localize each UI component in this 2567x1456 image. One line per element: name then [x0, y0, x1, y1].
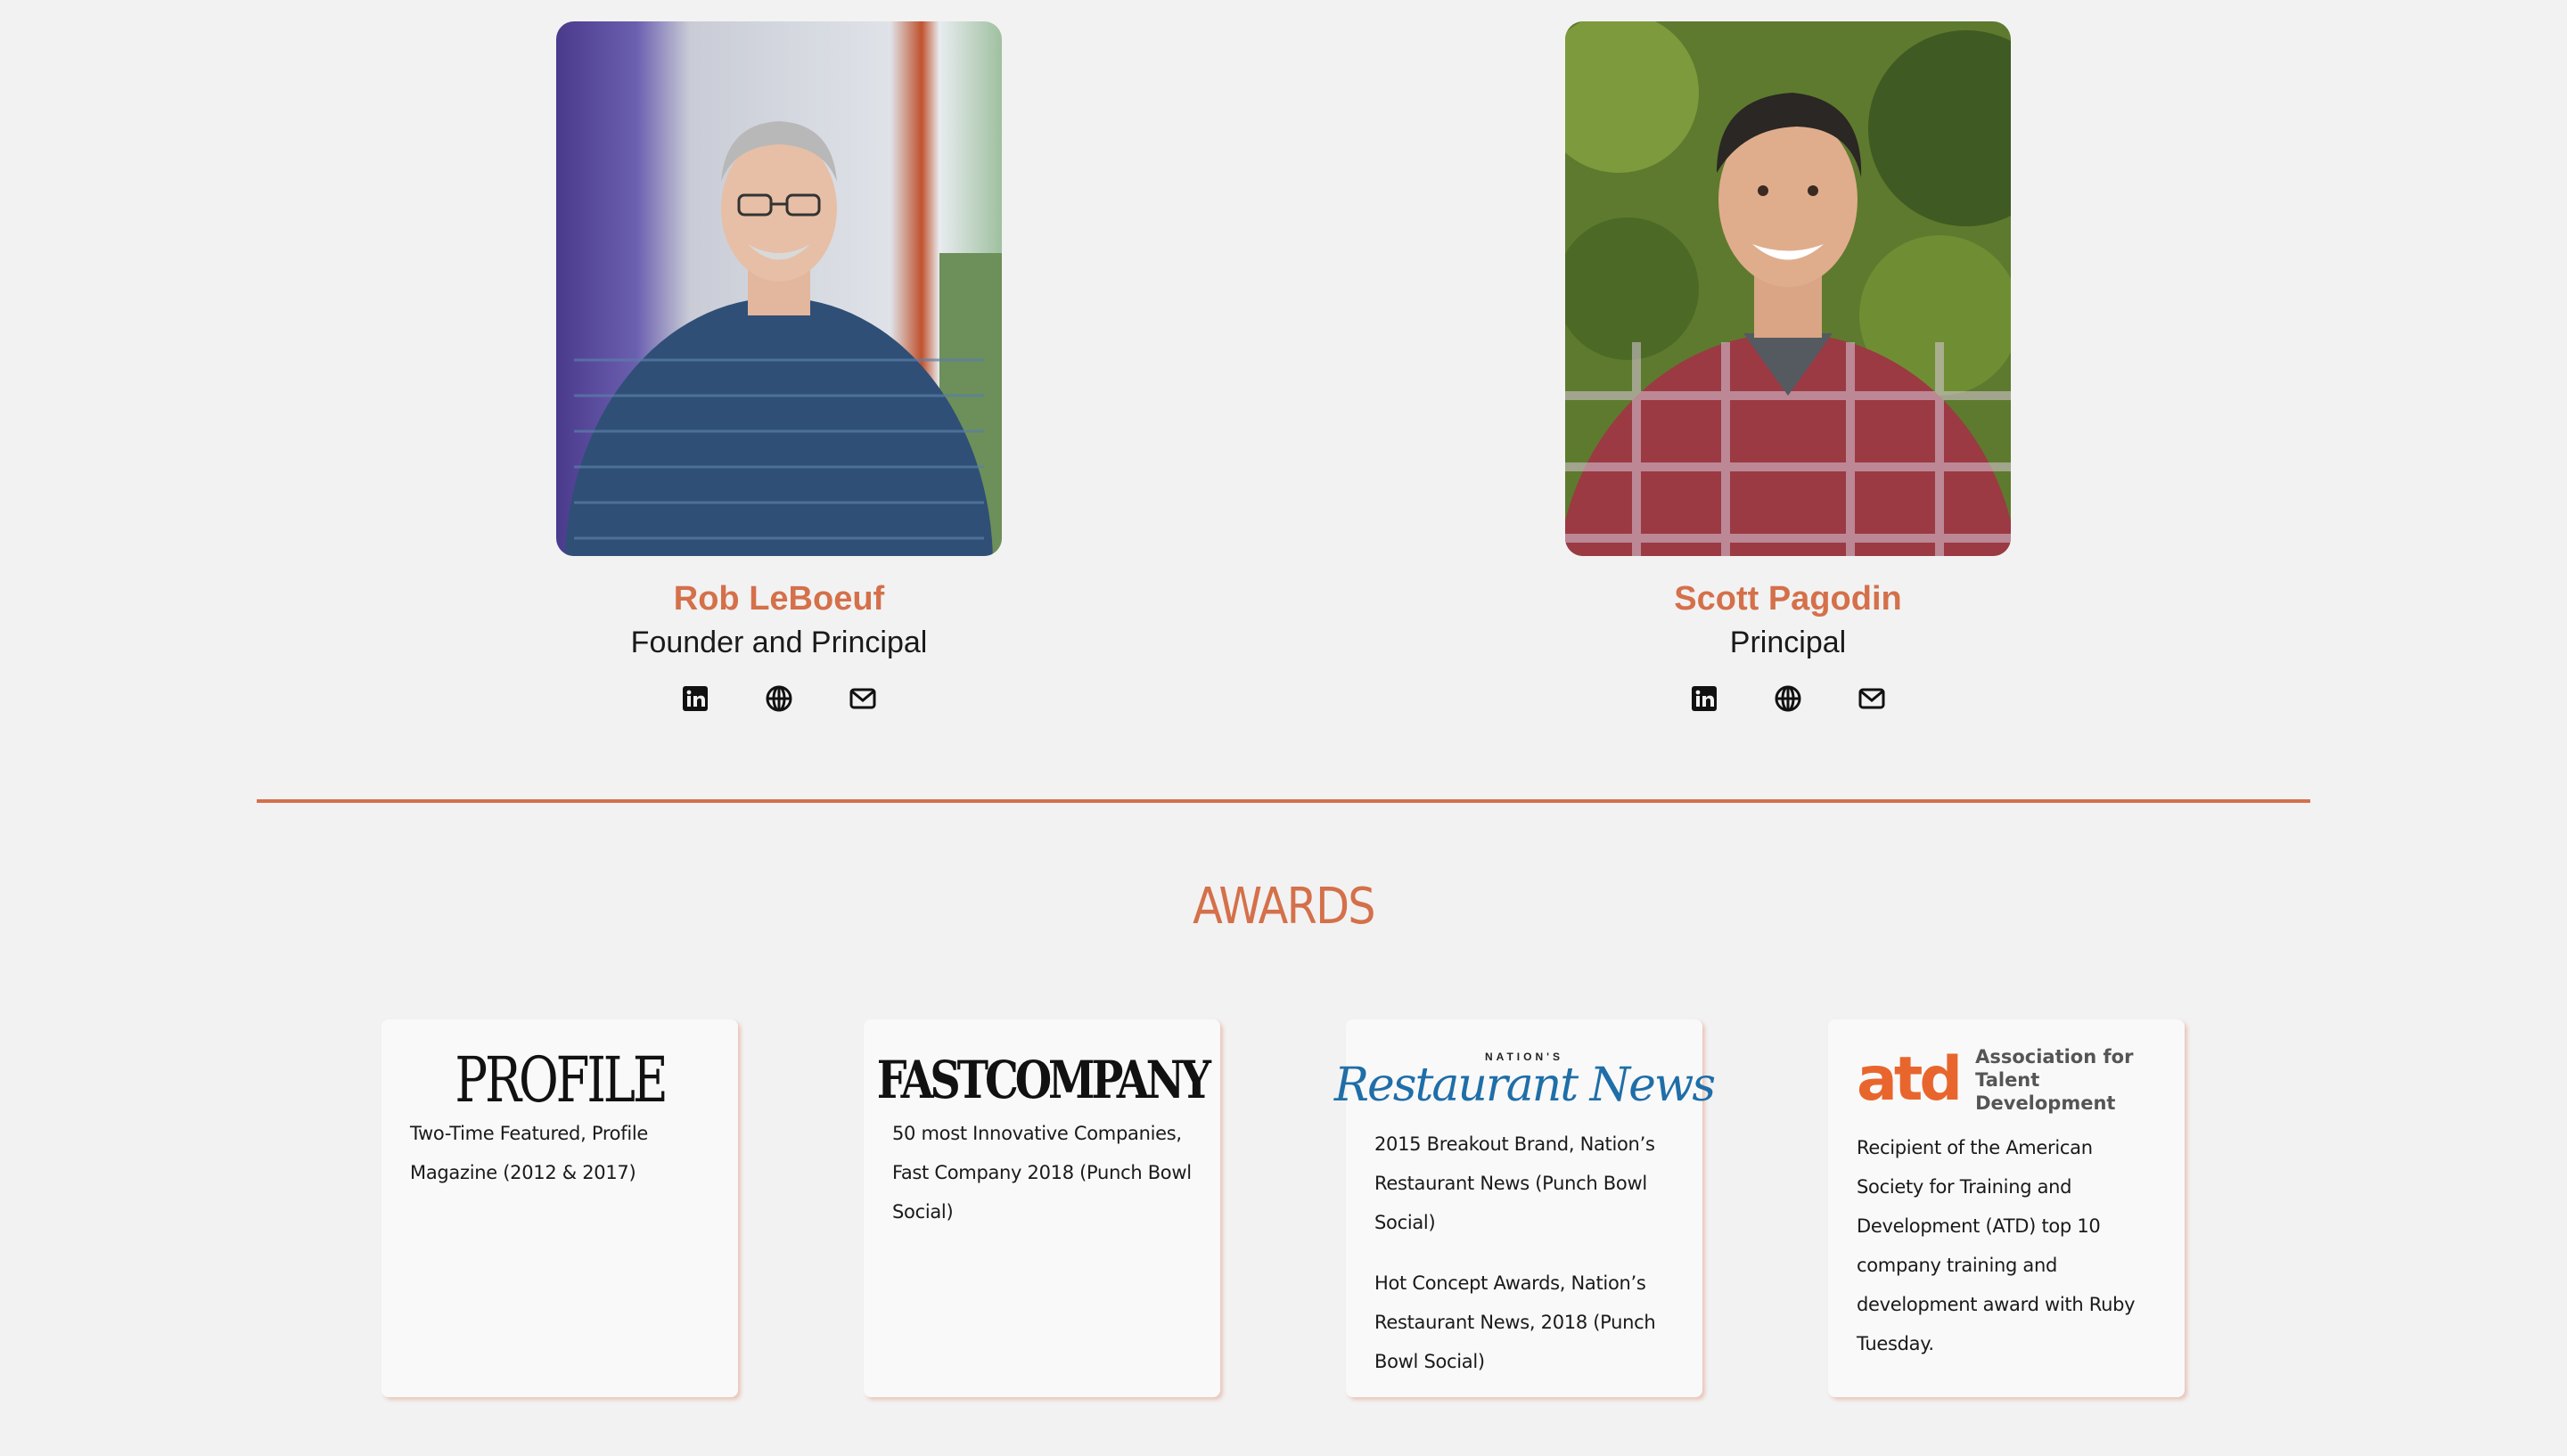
email-icon[interactable] — [1858, 684, 1886, 713]
award-description: 2015 Breakout Brand, Nation’s Restaurant… — [1374, 1133, 1655, 1233]
award-description: Hot Concept Awards, Nation’s Restaurant … — [1374, 1272, 1656, 1372]
section-divider — [257, 799, 2310, 803]
team-member-photo — [556, 21, 1002, 556]
team-member-name: Rob LeBoeuf — [673, 580, 885, 618]
awards-heading: AWARDS — [1193, 878, 1375, 936]
team-member-card: Scott Pagodin Principal — [1565, 21, 2011, 713]
award-card: FASTCOMPANY 50 most Innovative Companies… — [864, 1019, 1220, 1397]
globe-icon[interactable] — [765, 684, 793, 713]
atd-logo: atd Association for Talent Development — [1857, 1044, 2134, 1115]
award-card: atd Association for Talent Development R… — [1828, 1019, 2185, 1397]
team-member-card: Rob LeBoeuf Founder and Principal — [556, 21, 1002, 713]
linkedin-icon[interactable] — [1690, 684, 1718, 713]
award-card: NATION'S Restaurant News 2015 Breakout B… — [1333, 1019, 1716, 1397]
email-icon[interactable] — [849, 684, 877, 713]
social-links — [556, 684, 1002, 713]
linkedin-icon[interactable] — [681, 684, 709, 713]
award-description: 50 most Innovative Companies, Fast Compa… — [892, 1123, 1192, 1223]
nations-restaurant-news-logo: NATION'S Restaurant News — [1333, 1051, 1716, 1112]
team-member-photo — [1565, 21, 2011, 556]
fast-company-logo: FASTCOMPANY — [876, 1050, 1210, 1110]
team-member-role: Founder and Principal — [630, 626, 928, 659]
award-card: PROFILE Two-Time Featured, Profile Magaz… — [381, 1019, 738, 1397]
profile-magazine-logo: PROFILE — [454, 1043, 668, 1117]
globe-icon[interactable] — [1774, 684, 1802, 713]
award-description: Two-Time Featured, Profile Magazine (201… — [410, 1123, 649, 1183]
team-member-name: Scott Pagodin — [1674, 580, 1902, 618]
team-member-role: Principal — [1729, 626, 1847, 659]
social-links — [1565, 684, 2011, 713]
award-description: Recipient of the American Society for Tr… — [1857, 1137, 2136, 1354]
